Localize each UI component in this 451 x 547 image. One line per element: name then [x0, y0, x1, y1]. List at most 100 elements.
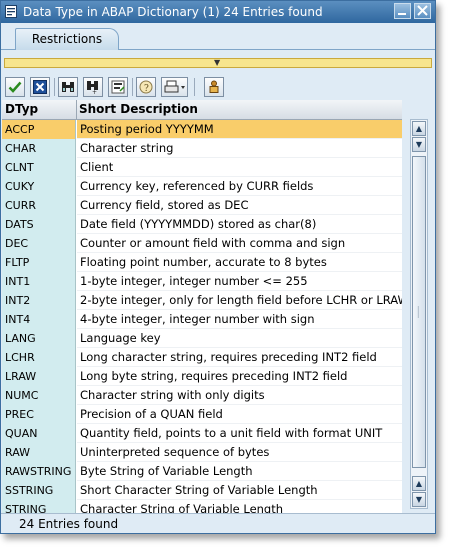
table-row[interactable]: ACCP Posting period YYYYMM: [2, 120, 402, 139]
cell-short-description[interactable]: Counter or amount field with comma and s…: [77, 234, 402, 253]
cell-dtyp[interactable]: LCHR: [2, 348, 76, 367]
cell-short-description[interactable]: Uninterpreted sequence of bytes: [77, 443, 402, 462]
title-bar[interactable]: Data Type in ABAP Dictionary (1) 24 Entr…: [1, 1, 435, 23]
cell-short-description[interactable]: Floating point number, accurate to 8 byt…: [77, 253, 402, 272]
table-row[interactable]: INT2 2-byte integer, only for length fiel…: [2, 291, 402, 310]
cell-short-description[interactable]: Language key: [77, 329, 402, 348]
cell-short-description[interactable]: Byte String of Variable Length: [77, 462, 402, 481]
table-row[interactable]: QUAN Quantity field, points to a unit fie…: [2, 424, 402, 443]
cell-dtyp[interactable]: LANG: [2, 329, 76, 348]
cell-dtyp[interactable]: PREC: [2, 405, 76, 424]
table-row[interactable]: LCHR Long character string, requires prec…: [2, 348, 402, 367]
cell-dtyp[interactable]: RAWSTRING: [2, 462, 76, 481]
toolbar-separator: [54, 78, 55, 96]
personal-list-button[interactable]: [204, 77, 224, 97]
table-row[interactable]: RAW Uninterpreted sequence of bytes: [2, 443, 402, 462]
cell-short-description[interactable]: 1-byte integer, integer number <= 255: [77, 272, 402, 291]
cell-short-description[interactable]: Character string with only digits: [77, 386, 402, 405]
personalize-icon: [209, 80, 219, 93]
cell-dtyp[interactable]: ACCP: [2, 120, 76, 139]
table-row[interactable]: INT1 1-byte integer, integer number <= 25…: [2, 272, 402, 291]
toolbar-separator: [132, 78, 133, 96]
table-row[interactable]: LANG Language key: [2, 329, 402, 348]
continue-button[interactable]: [5, 77, 25, 97]
find-next-button[interactable]: +: [83, 77, 103, 97]
column-header-short-description[interactable]: Short Description: [79, 102, 198, 116]
status-bar: 24 Entries found: [1, 513, 435, 533]
tab-restrictions[interactable]: Restrictions: [15, 28, 119, 50]
table-row[interactable]: CURR Currency field, stored as DEC: [2, 196, 402, 215]
cell-short-description[interactable]: Short Character String of Variable Lengt…: [77, 481, 402, 500]
cell-dtyp[interactable]: LRAW: [2, 367, 76, 386]
cell-dtyp[interactable]: INT4: [2, 310, 76, 329]
table-row[interactable]: FLTP Floating point number, accurate to 8…: [2, 253, 402, 272]
close-icon: [417, 5, 428, 16]
restrictions-splitter[interactable]: ▼: [4, 58, 432, 68]
cell-dtyp[interactable]: FLTP: [2, 253, 76, 272]
cell-short-description[interactable]: Posting period YYYYMM: [77, 120, 402, 139]
table-row[interactable]: CLNT Client: [2, 158, 402, 177]
print-icon: [164, 80, 185, 93]
table-row[interactable]: STRING Character String of Variable Lengt…: [2, 500, 402, 513]
table-row[interactable]: CHAR Character string: [2, 139, 402, 158]
table-row[interactable]: NUMC Character string with only digits: [2, 386, 402, 405]
window-title: Data Type in ABAP Dictionary (1) 24 Entr…: [23, 5, 323, 19]
cancel-button[interactable]: [30, 77, 50, 97]
check-icon: [8, 81, 22, 93]
cell-short-description[interactable]: Character string: [77, 139, 402, 158]
table-row[interactable]: DATS Date field (YYYYMMDD) stored as char…: [2, 215, 402, 234]
cell-dtyp[interactable]: RAW: [2, 443, 76, 462]
cell-short-description[interactable]: 2-byte integer, only for length field be…: [77, 291, 402, 310]
close-button[interactable]: [414, 3, 431, 19]
cell-dtyp[interactable]: DATS: [2, 215, 76, 234]
cell-short-description[interactable]: Precision of a QUAN field: [77, 405, 402, 424]
cell-short-description[interactable]: Long byte string, requires preceding INT…: [77, 367, 402, 386]
cell-short-description[interactable]: Date field (YYYYMMDD) stored as char(8): [77, 215, 402, 234]
cell-dtyp[interactable]: CUKY: [2, 177, 76, 196]
status-text: 24 Entries found: [19, 517, 119, 531]
cell-dtyp[interactable]: INT2: [2, 291, 76, 310]
information-button[interactable]: ?: [136, 77, 156, 97]
cell-short-description[interactable]: Character String of Variable Length: [77, 500, 402, 513]
cell-dtyp[interactable]: CURR: [2, 196, 76, 215]
scroll-down-button[interactable]: ▼: [412, 492, 426, 507]
cell-dtyp[interactable]: QUAN: [2, 424, 76, 443]
cell-short-description[interactable]: Quantity field, points to a unit field w…: [77, 424, 402, 443]
scroll-up-button[interactable]: ▲: [412, 121, 426, 136]
tab-strip: Restrictions: [1, 23, 435, 50]
column-header-dtyp[interactable]: DTyp: [5, 102, 38, 116]
cell-short-description[interactable]: Long character string, requires precedin…: [77, 348, 402, 367]
table-row[interactable]: DEC Counter or amount field with comma an…: [2, 234, 402, 253]
table-row[interactable]: RAWSTRING Byte String of Variable Length: [2, 462, 402, 481]
cell-dtyp[interactable]: INT1: [2, 272, 76, 291]
vertical-scrollbar[interactable]: ▲ ▼ ⁝ ⁝ ▲ ▼: [410, 119, 428, 509]
cell-short-description[interactable]: Currency key, referenced by CURR fields: [77, 177, 402, 196]
table-row[interactable]: LRAW Long byte string, requires preceding…: [2, 367, 402, 386]
grip-icon: ⁝ ⁝: [417, 305, 420, 320]
cell-dtyp[interactable]: NUMC: [2, 386, 76, 405]
cell-dtyp[interactable]: STRING: [2, 500, 76, 513]
table-row[interactable]: CUKY Currency key, referenced by CURR fie…: [2, 177, 402, 196]
cell-dtyp[interactable]: CHAR: [2, 139, 76, 158]
table-row[interactable]: INT4 4-byte integer, integer number with …: [2, 310, 402, 329]
table-row[interactable]: SSTRING Short Character String of Variabl…: [2, 481, 402, 500]
table-row[interactable]: PREC Precision of a QUAN field: [2, 405, 402, 424]
toolbar-separator: [194, 78, 195, 96]
find-next-icon: +: [87, 81, 98, 94]
sort-button[interactable]: [108, 77, 128, 97]
print-button[interactable]: [161, 77, 188, 97]
cell-short-description[interactable]: Currency field, stored as DEC: [77, 196, 402, 215]
minimize-button[interactable]: [394, 3, 411, 19]
scroll-thumb[interactable]: ⁝ ⁝: [412, 156, 426, 468]
cell-dtyp[interactable]: SSTRING: [2, 481, 76, 500]
cell-short-description[interactable]: 4-byte integer, integer number with sign: [77, 310, 402, 329]
cell-dtyp[interactable]: DEC: [2, 234, 76, 253]
cell-dtyp[interactable]: CLNT: [2, 158, 76, 177]
scroll-down-step-button[interactable]: ▲: [412, 476, 426, 491]
find-button[interactable]: [58, 77, 78, 97]
column-divider[interactable]: [76, 100, 77, 119]
results-table: DTyp Short Description ACCP Posting perio…: [2, 100, 402, 513]
cancel-icon: [33, 80, 47, 94]
cell-short-description[interactable]: Client: [77, 158, 402, 177]
scroll-up-step-button[interactable]: ▼: [412, 137, 426, 152]
